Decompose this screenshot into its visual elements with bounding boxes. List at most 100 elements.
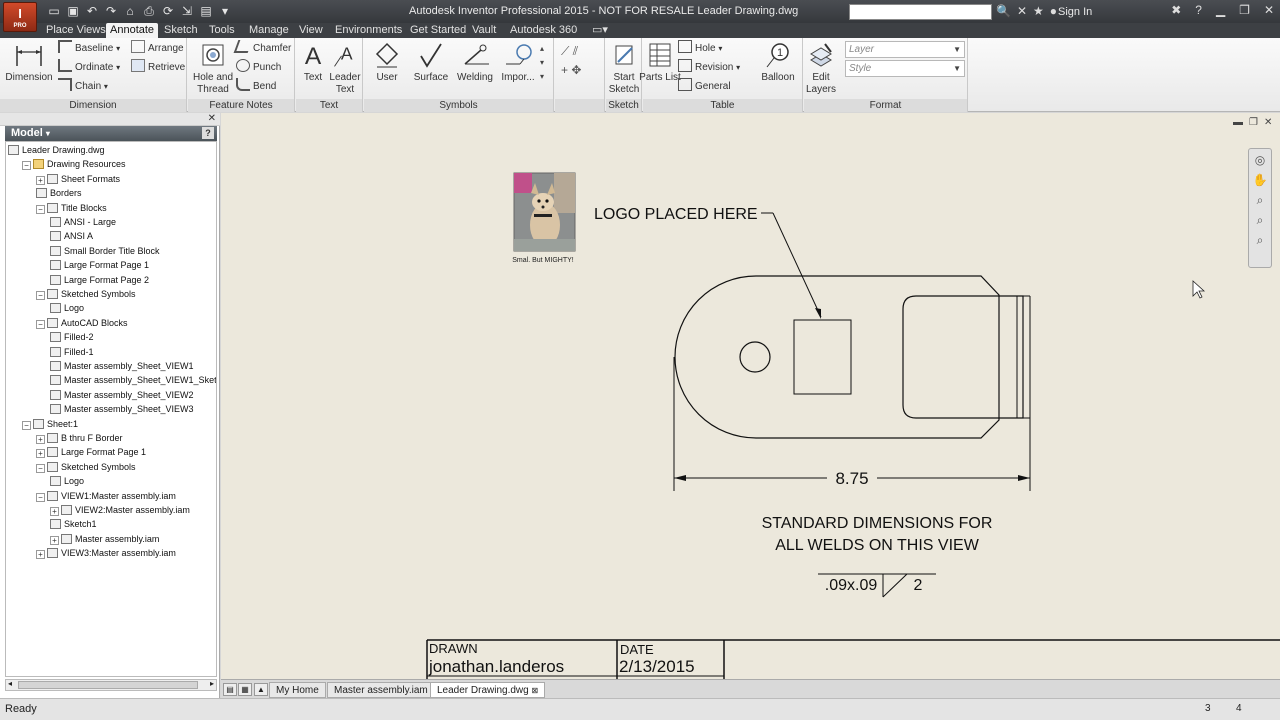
import-button[interactable]: Impor... — [494, 40, 542, 96]
tree-item[interactable]: − Drawing Resources — [22, 157, 126, 171]
tree-item[interactable]: Borders — [36, 186, 82, 200]
tree-item[interactable]: − Sheet:1 — [22, 417, 78, 431]
minimize-icon[interactable]: ▁ — [1216, 3, 1225, 17]
browser-title[interactable]: Model ▾ ? — [5, 126, 217, 141]
drawing-sheet[interactable]: Smal. But MIGHTY! LOGO PLACED HERE 8.75 … — [221, 113, 1280, 679]
close-icon[interactable]: ✕ — [1264, 3, 1274, 17]
tree-item[interactable]: Logo — [50, 474, 84, 488]
expand-toggle-icon[interactable]: + — [36, 175, 45, 185]
style-dropdown[interactable]: Style ▼ — [845, 60, 965, 77]
tree-item[interactable]: ANSI - Large — [50, 215, 116, 229]
doc-close-icon[interactable]: ✕ — [1264, 117, 1272, 128]
tree-item[interactable]: − Title Blocks — [36, 201, 107, 215]
hole-thread-button[interactable]: Hole and Thread — [188, 40, 238, 96]
restore-icon[interactable]: ❐ — [1239, 3, 1250, 17]
tab-vault[interactable]: Vault — [468, 23, 500, 38]
tree-item[interactable]: − Sketched Symbols — [36, 460, 136, 474]
select-icon[interactable]: ⇲ — [179, 4, 195, 19]
search-icon[interactable]: 🔍 — [996, 4, 1011, 19]
cascade-icon[interactable]: ▦ — [238, 683, 252, 696]
tab-place-views[interactable]: Place Views — [42, 23, 110, 38]
pan-icon[interactable]: ✋ — [1252, 173, 1268, 189]
part-hole[interactable] — [739, 341, 771, 373]
title-block-date-value[interactable]: 2/13/2015 — [619, 657, 695, 676]
expand-toggle-icon[interactable]: − — [36, 492, 45, 502]
qat-dropdown-icon[interactable]: ▾ — [217, 4, 233, 19]
expand-toggle-icon[interactable]: − — [22, 161, 31, 171]
tree-item[interactable]: Master assembly_Sheet_VIEW3 — [50, 402, 194, 416]
tree-item[interactable]: Leader Drawing.dwg — [8, 143, 105, 157]
general-table-button[interactable]: General — [678, 78, 731, 96]
user-symbol-button[interactable]: User — [364, 40, 410, 96]
home-icon[interactable]: ⌂ — [122, 4, 138, 19]
expand-toggle-icon[interactable]: − — [22, 420, 31, 430]
sign-in-link[interactable]: Sign In — [1058, 6, 1092, 18]
tree-item[interactable]: + VIEW2:Master assembly.iam — [50, 503, 190, 517]
tab-manage[interactable]: Manage — [245, 23, 293, 38]
help-search-input[interactable] — [849, 4, 992, 20]
retrieve-button[interactable]: Retrieve — [131, 59, 185, 77]
weld-length[interactable]: 2 — [914, 577, 923, 594]
tree-item[interactable]: + Master assembly.iam — [50, 532, 159, 546]
part-outline[interactable] — [674, 275, 1000, 439]
symbols-gallery-scroll[interactable]: ▴ ▾ ▾ — [540, 42, 544, 84]
weld-size[interactable]: .09x.09 — [825, 577, 878, 594]
zoom-icon[interactable]: ⌕ — [1252, 193, 1268, 209]
measure-icon[interactable]: ▤ — [198, 4, 214, 19]
ordinate-button[interactable]: Ordinate ▾ — [58, 59, 120, 77]
tree-item[interactable]: Logo — [50, 301, 84, 315]
scroll-right-icon[interactable]: ▸ — [210, 679, 214, 688]
tree-item[interactable]: Small Border Title Block — [50, 244, 160, 258]
zoom-window-icon[interactable]: ⌕ — [1252, 213, 1268, 229]
baseline-button[interactable]: Baseline ▾ — [58, 40, 120, 58]
tree-item[interactable]: − Sketched Symbols — [36, 287, 136, 301]
logo-image[interactable] — [513, 172, 576, 252]
expand-toggle-icon[interactable]: + — [50, 507, 59, 516]
tree-item[interactable]: + Large Format Page 1 — [36, 445, 146, 459]
doc-tab-my-home[interactable]: My Home — [269, 682, 326, 698]
tree-item[interactable]: + B thru F Border — [36, 431, 123, 445]
help-icon[interactable]: ? — [1195, 3, 1202, 17]
note-line-1[interactable]: STANDARD DIMENSIONS FOR — [762, 515, 993, 532]
drawing-canvas[interactable]: Smal. But MIGHTY! LOGO PLACED HERE 8.75 … — [221, 113, 1280, 679]
browser-horizontal-scrollbar[interactable]: ◂ ▸ — [5, 679, 217, 691]
tree-item[interactable]: + VIEW3:Master assembly.iam — [36, 546, 176, 560]
tree-item[interactable]: − VIEW1:Master assembly.iam — [36, 489, 176, 503]
user-icon[interactable]: ● — [1050, 4, 1057, 19]
expand-toggle-icon[interactable]: + — [36, 550, 45, 560]
tab-tools[interactable]: Tools — [205, 23, 239, 38]
tab-sketch[interactable]: Sketch — [160, 23, 202, 38]
tools-icon[interactable]: ✕ — [1017, 4, 1027, 19]
star-icon[interactable]: ★ — [1033, 4, 1044, 19]
expand-toggle-icon[interactable]: − — [36, 204, 45, 214]
sketch-line-icon[interactable]: ⟋ ⫽ — [561, 41, 578, 61]
save-icon[interactable]: ▣ — [65, 4, 81, 19]
leader-note[interactable]: LOGO PLACED HERE — [594, 206, 758, 223]
revision-table-button[interactable]: Revision ▾ — [678, 59, 740, 77]
steering-wheel-icon[interactable]: ◎ — [1252, 153, 1268, 169]
tree-item[interactable]: Large Format Page 2 — [50, 273, 149, 287]
expand-toggle-icon[interactable]: + — [36, 435, 45, 444]
welding-button[interactable]: Welding — [452, 40, 498, 96]
tree-item[interactable]: Master assembly_Sheet_VIEW2 — [50, 388, 194, 402]
hole-table-button[interactable]: Hole ▾ — [678, 40, 722, 58]
text-button[interactable]: A Text — [296, 40, 330, 96]
surface-button[interactable]: Surface — [408, 40, 454, 96]
tab-environments[interactable]: Environments — [331, 23, 406, 38]
doc-tab-leader-drawing[interactable]: Leader Drawing.dwg ⊠ — [430, 682, 546, 698]
redo-icon[interactable]: ↷ — [103, 4, 119, 19]
dimension-button[interactable]: Dimension — [4, 40, 54, 96]
application-menu-button[interactable]: I PRO — [3, 2, 37, 32]
note-line-2[interactable]: ALL WELDS ON THIS VIEW — [775, 537, 980, 554]
tree-item[interactable]: Master assembly_Sheet_VIEW1 — [50, 359, 194, 373]
new-icon[interactable]: ▭ — [46, 4, 62, 19]
doc-restore-icon[interactable]: ❐ — [1249, 117, 1258, 128]
arrange-button[interactable]: Arrange — [131, 40, 184, 58]
tree-item[interactable]: + Sheet Formats — [36, 172, 120, 186]
logo-placeholder-box[interactable] — [793, 319, 852, 395]
leader-text-button[interactable]: A Leader Text — [328, 40, 362, 96]
tree-item[interactable]: Large Format Page 1 — [50, 258, 149, 272]
tree-item[interactable]: Filled-2 — [50, 330, 94, 344]
tab-get-started[interactable]: Get Started — [406, 23, 470, 38]
tree-item[interactable]: Sketch1 — [50, 517, 97, 531]
